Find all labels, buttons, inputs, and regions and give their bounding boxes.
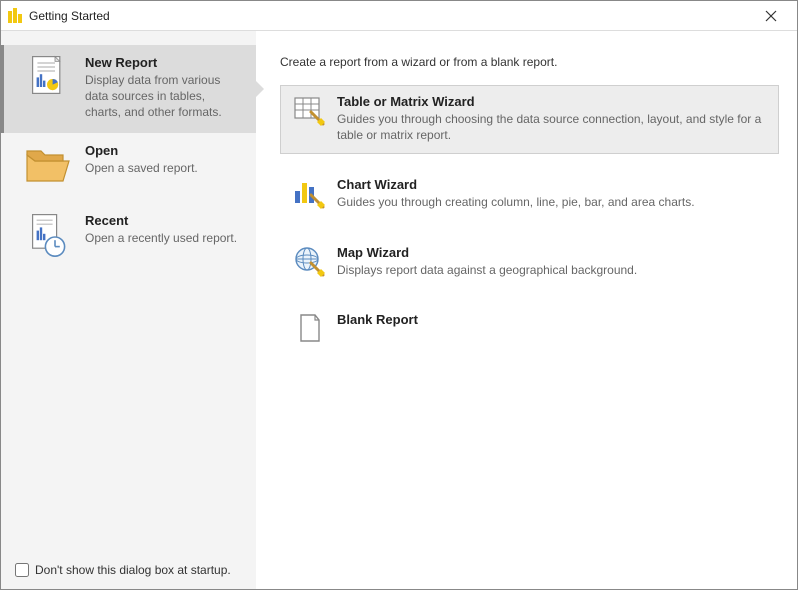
- sidebar-items: New Report Display data from various dat…: [1, 31, 256, 553]
- option-desc: Guides you through creating column, line…: [337, 194, 768, 210]
- option-desc: Displays report data against a geographi…: [337, 262, 768, 278]
- sidebar-item-title: New Report: [85, 55, 238, 70]
- dont-show-checkbox[interactable]: [15, 563, 29, 577]
- option-title: Table or Matrix Wizard: [337, 94, 768, 109]
- report-document-icon: [15, 53, 79, 103]
- getting-started-dialog: Getting Started: [0, 0, 798, 590]
- option-text: Chart Wizard Guides you through creating…: [331, 177, 768, 210]
- main-panel: Create a report from a wizard or from a …: [256, 31, 797, 589]
- option-map-wizard[interactable]: Map Wizard Displays report data against …: [280, 236, 779, 289]
- sidebar: New Report Display data from various dat…: [1, 31, 256, 589]
- sidebar-item-desc: Open a recently used report.: [85, 230, 238, 246]
- titlebar: Getting Started: [1, 1, 797, 31]
- dialog-body: New Report Display data from various dat…: [1, 31, 797, 589]
- folder-open-icon: [15, 141, 79, 191]
- window-title: Getting Started: [29, 9, 751, 23]
- sidebar-item-text: New Report Display data from various dat…: [79, 53, 242, 121]
- sidebar-item-desc: Open a saved report.: [85, 160, 238, 176]
- main-header: Create a report from a wizard or from a …: [280, 55, 779, 69]
- sidebar-item-title: Open: [85, 143, 238, 158]
- blank-document-icon: [287, 312, 331, 344]
- option-chart-wizard[interactable]: Chart Wizard Guides you through creating…: [280, 168, 779, 221]
- option-text: Blank Report: [331, 312, 768, 329]
- sidebar-item-title: Recent: [85, 213, 238, 228]
- dont-show-label[interactable]: Don't show this dialog box at startup.: [35, 563, 231, 577]
- option-desc: Guides you through choosing the data sou…: [337, 111, 768, 143]
- option-text: Table or Matrix Wizard Guides you throug…: [331, 94, 768, 143]
- option-title: Chart Wizard: [337, 177, 768, 192]
- option-blank-report[interactable]: Blank Report: [280, 303, 779, 355]
- sidebar-item-new-report[interactable]: New Report Display data from various dat…: [1, 45, 256, 133]
- sidebar-item-text: Recent Open a recently used report.: [79, 211, 242, 246]
- option-text: Map Wizard Displays report data against …: [331, 245, 768, 278]
- sidebar-item-open[interactable]: Open Open a saved report.: [1, 133, 256, 203]
- app-icon: [7, 8, 23, 24]
- sidebar-item-recent[interactable]: Recent Open a recently used report.: [1, 203, 256, 273]
- option-table-matrix-wizard[interactable]: Table or Matrix Wizard Guides you throug…: [280, 85, 779, 154]
- option-title: Map Wizard: [337, 245, 768, 260]
- option-title: Blank Report: [337, 312, 768, 327]
- map-wizard-icon: [287, 245, 331, 277]
- sidebar-footer: Don't show this dialog box at startup.: [1, 553, 256, 589]
- sidebar-item-desc: Display data from various data sources i…: [85, 72, 238, 121]
- close-button[interactable]: [751, 2, 791, 30]
- recent-document-icon: [15, 211, 79, 261]
- chart-wizard-icon: [287, 177, 331, 209]
- sidebar-item-text: Open Open a saved report.: [79, 141, 242, 176]
- table-wizard-icon: [287, 94, 331, 126]
